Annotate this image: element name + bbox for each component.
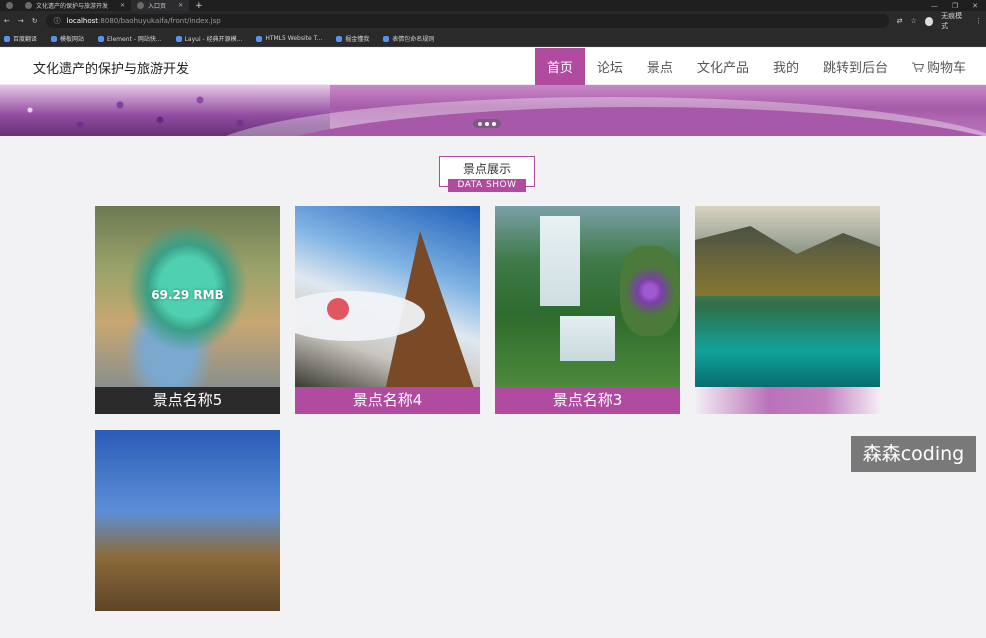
bookmark-item[interactable]: Element - 网站快...: [98, 34, 162, 43]
back-icon[interactable]: ←: [4, 17, 10, 25]
section-heading: 景点展示 DATA SHOW: [439, 156, 535, 192]
waterfall-shape: [540, 216, 580, 306]
menu-icon[interactable]: ⋮: [975, 17, 982, 25]
mountain-ridge-shape: [695, 226, 880, 296]
new-tab-button[interactable]: +: [189, 1, 209, 11]
bookmark-icon: [98, 35, 105, 42]
carousel-indicator: [473, 119, 501, 128]
price-overlay: 69.29 RMB: [151, 288, 224, 302]
address-bar[interactable]: ⓘ localhost:8080/baohuyukaifa/front/inde…: [45, 14, 889, 28]
scenic-name: [695, 387, 880, 414]
browser-toolbar: ← → ↻ ⓘ localhost:8080/baohuyukaifa/fron…: [0, 11, 986, 31]
scenic-card[interactable]: 景点名称3: [495, 206, 680, 414]
bookmark-icon: [256, 35, 263, 42]
hero-banner[interactable]: [0, 85, 986, 136]
star-icon[interactable]: ☆: [910, 17, 916, 25]
tab-label: 入口页: [148, 3, 167, 10]
info-icon[interactable]: ⓘ: [54, 16, 61, 26]
cart-icon: [911, 62, 924, 72]
video-watermark: 森森coding: [851, 436, 976, 472]
site-header: 文化遗产的保护与旅游开发 首页 论坛 景点 文化产品 我的 跳转到后台 购物车: [0, 48, 986, 85]
scenic-card[interactable]: 69.29 RMB 景点名称5: [95, 206, 280, 414]
tab-favicon-icon: [6, 2, 13, 9]
section-title: 景点展示: [462, 162, 511, 176]
reload-icon[interactable]: ↻: [32, 17, 38, 25]
nav-cart-label: 购物车: [926, 61, 966, 76]
main-nav: 首页 论坛 景点 文化产品 我的 跳转到后台 购物车: [534, 48, 978, 85]
bookmark-item[interactable]: HTML5 Website T...: [256, 35, 322, 42]
bookmark-icon: [336, 35, 343, 42]
waterfall-shape: [560, 316, 615, 361]
nav-mine[interactable]: 我的: [761, 48, 811, 85]
close-icon[interactable]: ✕: [178, 2, 183, 9]
scenic-card[interactable]: 景点名称4: [295, 206, 480, 414]
minimize-icon[interactable]: —: [931, 2, 938, 10]
profile-label[interactable]: 无痕模式: [941, 11, 967, 31]
carousel-dot[interactable]: [492, 121, 496, 126]
nav-forum[interactable]: 论坛: [585, 48, 635, 85]
nav-home[interactable]: 首页: [534, 48, 585, 85]
browser-tab-active[interactable]: 入口页 ✕: [131, 0, 190, 11]
nav-culture-products[interactable]: 文化产品: [685, 48, 761, 85]
browser-tab[interactable]: [0, 0, 19, 11]
scenic-photo[interactable]: [95, 430, 280, 611]
window-controls: — ❐ ✕: [931, 2, 986, 10]
carousel-dot[interactable]: [478, 121, 482, 126]
url-text: localhost:8080/baohuyukaifa/front/index.…: [66, 17, 221, 25]
scenic-photo[interactable]: [295, 206, 480, 387]
bookmark-item[interactable]: 百度翻译: [4, 34, 37, 43]
bookmark-item[interactable]: 模板网站: [51, 34, 84, 43]
toolbar-right: ⇄ ☆ 无痕模式 ⋮: [897, 11, 982, 31]
bookmark-item[interactable]: 掘金懂我: [336, 34, 369, 43]
scenic-name: 景点名称5: [95, 387, 280, 414]
tab-favicon-icon: [137, 2, 145, 9]
mouse-cursor-highlight: [327, 298, 349, 320]
bookmark-icon: [383, 35, 390, 42]
scenic-photo[interactable]: [695, 206, 880, 387]
nav-admin[interactable]: 跳转到后台: [811, 48, 900, 85]
bookmark-item[interactable]: 表情包命名规则: [383, 34, 434, 43]
scenic-name: 景点名称3: [495, 387, 680, 414]
close-icon[interactable]: ✕: [120, 2, 125, 9]
translate-icon[interactable]: ⇄: [897, 17, 903, 25]
scenic-photo[interactable]: 69.29 RMB: [95, 206, 280, 387]
nav-scenic[interactable]: 景点: [635, 48, 685, 85]
scenic-card[interactable]: [695, 206, 880, 414]
forward-icon[interactable]: →: [18, 17, 24, 25]
incognito-icon: [924, 16, 934, 26]
tab-label: 文化遗产的保护与旅游开发: [36, 3, 109, 10]
nav-cart[interactable]: 购物车: [900, 48, 978, 85]
tab-favicon-icon: [25, 2, 32, 9]
bookmark-icon: [175, 35, 182, 42]
bookmark-icon: [51, 35, 58, 42]
carousel-dot-active[interactable]: [485, 121, 489, 126]
bookmarks-bar: 百度翻译 模板网站 Element - 网站快... Layui - 经典开源模…: [0, 31, 986, 47]
bookmark-item[interactable]: Layui - 经典开源模...: [175, 34, 242, 43]
browser-tab-bar: 文化遗产的保护与旅游开发 ✕ 入口页 ✕ + — ❐ ✕: [0, 0, 986, 11]
restore-icon[interactable]: ❐: [952, 2, 958, 10]
site-title[interactable]: 文化遗产的保护与旅游开发: [33, 58, 189, 77]
close-window-icon[interactable]: ✕: [972, 2, 978, 10]
flowers-shape: [620, 246, 680, 336]
scenic-photo[interactable]: [495, 206, 680, 387]
scenic-card[interactable]: [95, 430, 280, 638]
section-subtitle: DATA SHOW: [448, 179, 526, 192]
bookmark-icon: [4, 35, 10, 42]
scenic-name: 景点名称4: [295, 387, 480, 414]
browser-tab[interactable]: 文化遗产的保护与旅游开发 ✕: [19, 0, 131, 11]
